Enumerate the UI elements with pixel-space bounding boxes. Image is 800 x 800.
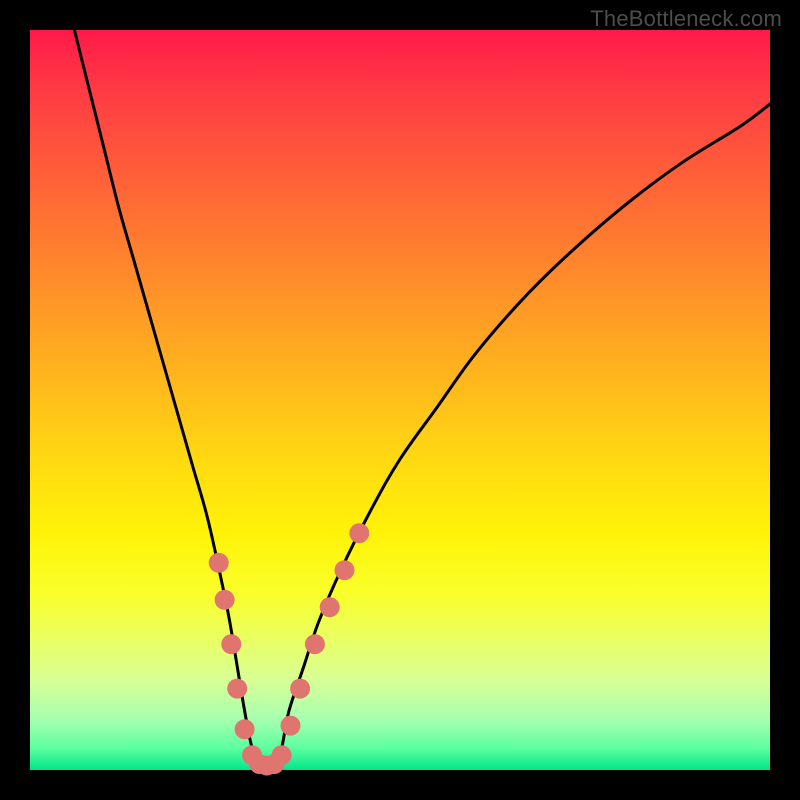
data-marker: [335, 560, 355, 580]
bottleneck-curve: [74, 30, 770, 766]
data-marker: [221, 634, 241, 654]
plot-area: [30, 30, 770, 770]
chart-svg: [30, 30, 770, 770]
data-marker: [209, 553, 229, 573]
watermark-text: TheBottleneck.com: [590, 6, 782, 32]
data-marker: [215, 590, 235, 610]
data-marker: [235, 719, 255, 739]
chart-frame: TheBottleneck.com: [0, 0, 800, 800]
data-marker: [272, 745, 292, 765]
data-marker: [320, 597, 340, 617]
data-marker: [305, 634, 325, 654]
marker-group: [209, 523, 370, 775]
data-marker: [290, 679, 310, 699]
data-marker: [280, 716, 300, 736]
data-marker: [349, 523, 369, 543]
data-marker: [227, 679, 247, 699]
